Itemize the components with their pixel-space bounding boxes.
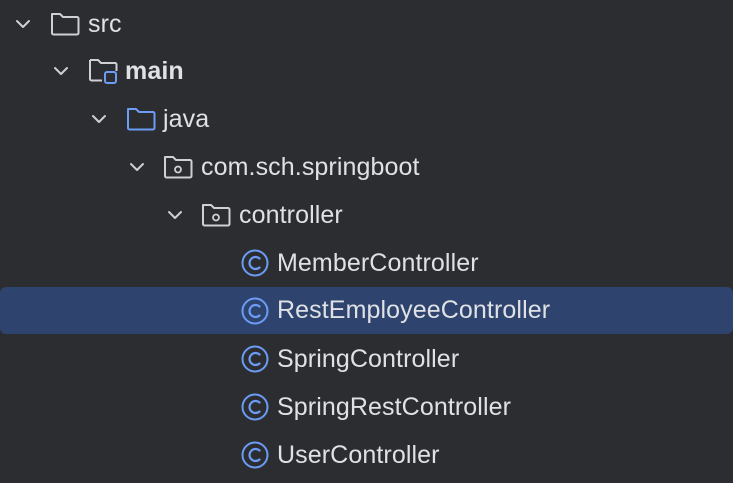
tree-node-label: java — [163, 104, 210, 133]
class-icon — [240, 296, 270, 326]
tree-node-class-selected[interactable]: RestEmployeeController — [0, 287, 733, 334]
folder-icon — [50, 9, 80, 39]
module-folder-icon — [88, 56, 118, 86]
tree-node-package[interactable]: com.sch.springboot — [0, 143, 733, 191]
tree-node-label: controller — [239, 200, 343, 229]
tree-node-label: com.sch.springboot — [201, 152, 420, 181]
package-icon — [201, 200, 231, 230]
tree-node-main[interactable]: main — [0, 47, 733, 95]
project-tree: src main java com.sch.springboot control… — [0, 0, 733, 483]
tree-node-src[interactable]: src — [0, 0, 733, 48]
package-icon — [163, 152, 193, 182]
tree-node-class[interactable]: UserController — [0, 431, 733, 479]
chevron-down-icon[interactable] — [128, 158, 146, 176]
class-icon — [240, 392, 270, 422]
tree-node-label: RestEmployeeController — [277, 296, 551, 324]
class-icon — [240, 344, 270, 374]
class-icon — [240, 440, 270, 470]
class-icon — [240, 248, 270, 278]
chevron-down-icon[interactable] — [52, 62, 70, 80]
tree-node-class[interactable]: MemberController — [0, 239, 733, 287]
tree-node-label: main — [125, 56, 184, 85]
tree-node-label: MemberController — [277, 248, 479, 277]
tree-node-label: src — [88, 9, 122, 38]
chevron-down-icon[interactable] — [166, 206, 184, 224]
chevron-down-icon[interactable] — [14, 15, 32, 33]
tree-node-label: SpringRestController — [277, 392, 512, 421]
tree-node-class[interactable]: SpringController — [0, 335, 733, 383]
chevron-down-icon[interactable] — [90, 110, 108, 128]
tree-node-java[interactable]: java — [0, 95, 733, 143]
tree-node-label: UserController — [277, 440, 440, 469]
source-folder-icon — [126, 104, 156, 134]
tree-node-controller[interactable]: controller — [0, 191, 733, 239]
tree-node-label: SpringController — [277, 344, 460, 373]
tree-node-class[interactable]: SpringRestController — [0, 383, 733, 431]
